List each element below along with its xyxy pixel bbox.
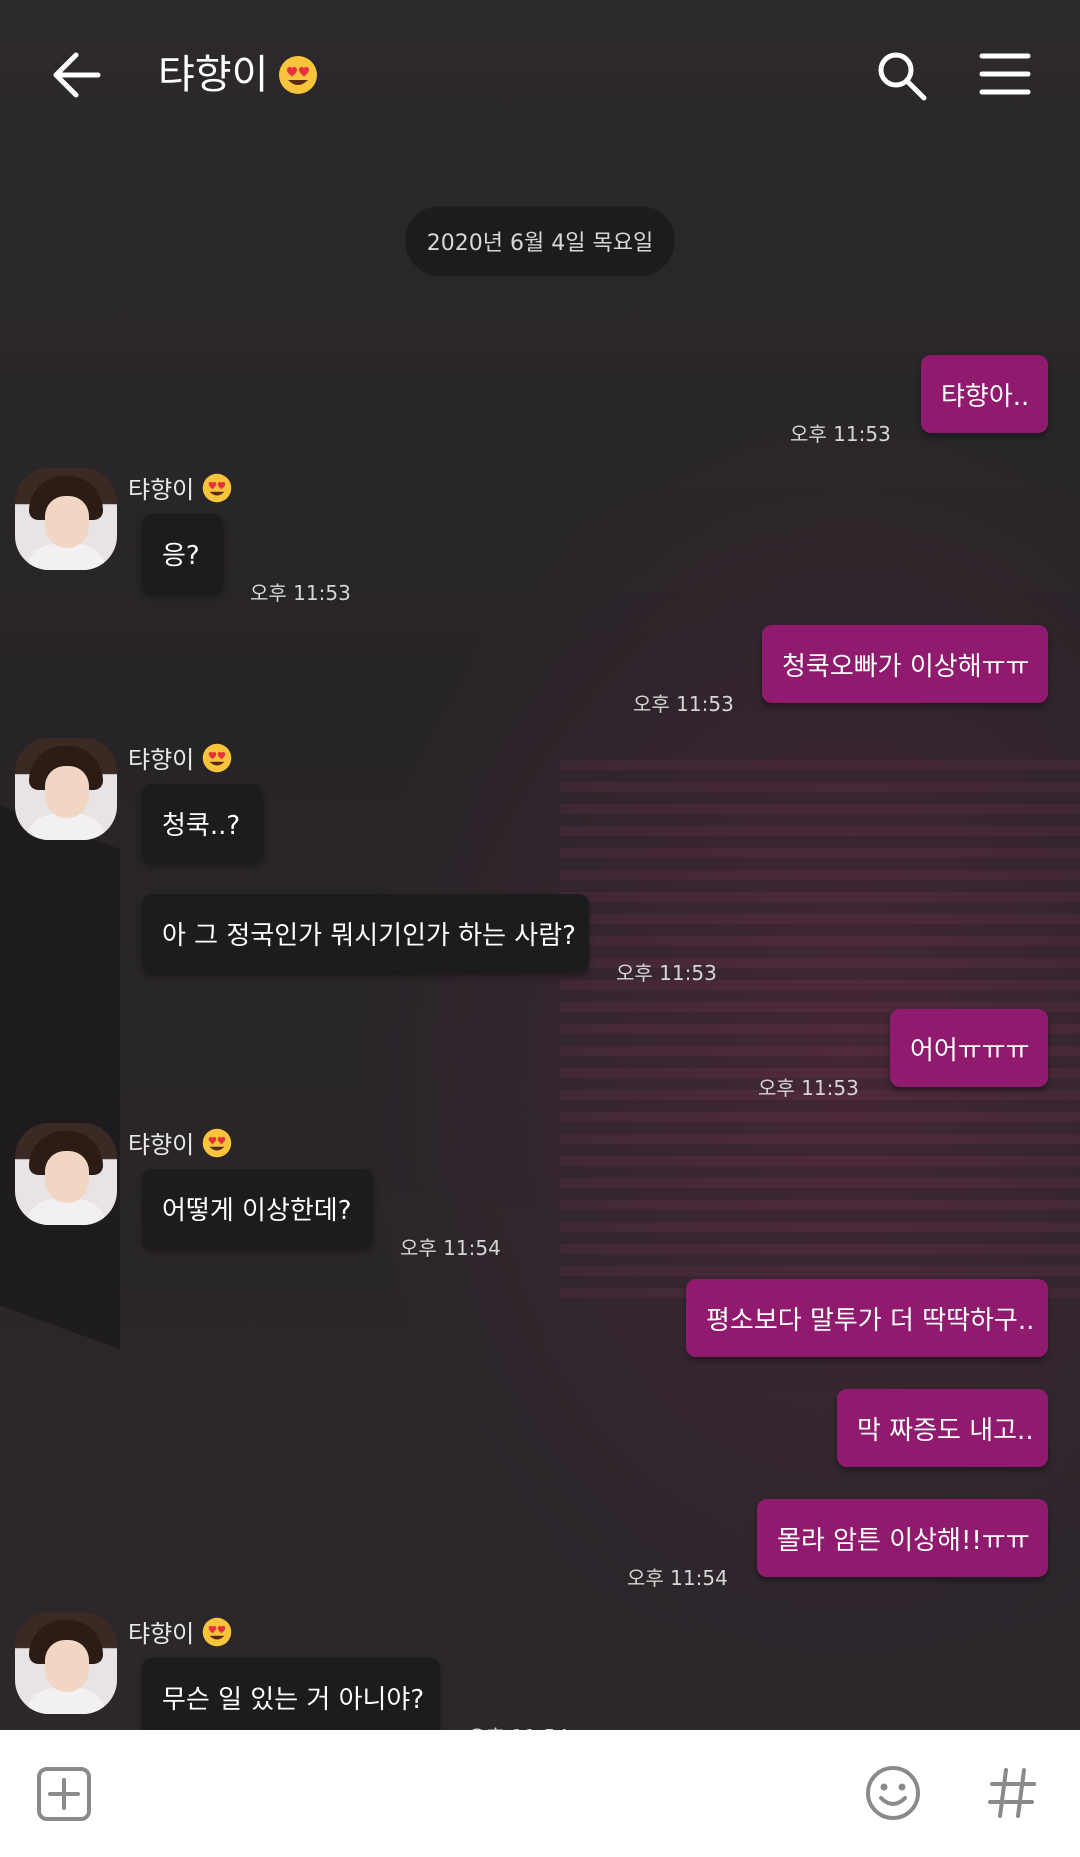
message-text: 막 짜증도 내고..	[857, 1415, 1034, 1446]
heart-eyes-emoji-icon	[203, 1128, 232, 1157]
hamburger-menu-icon[interactable]	[978, 48, 1032, 100]
message-time: 오후 11:53	[250, 581, 351, 605]
my-message-bubble[interactable]: 몰라 암튼 이상해!!ㅠㅠ	[757, 1499, 1048, 1577]
chat-title: 탸향이	[158, 48, 318, 102]
date-divider: 2020년 6월 4일 목요일	[405, 206, 675, 276]
avatar[interactable]	[15, 1123, 117, 1225]
avatar[interactable]	[15, 1612, 117, 1714]
my-message-bubble[interactable]: 탸향아..	[921, 355, 1048, 433]
plus-square-icon[interactable]	[36, 1766, 92, 1822]
message-time: 오후 11:54	[627, 1566, 728, 1590]
heart-eyes-emoji-icon	[203, 743, 232, 772]
message-input-bar	[0, 1730, 1080, 1857]
sender-name: 탸향이	[128, 1125, 232, 1160]
message-text: 청쿡오빠가 이상해ㅠㅠ	[782, 651, 1030, 682]
message-time: 오후 11:54	[400, 1236, 501, 1260]
message-text: 청쿡..?	[162, 810, 241, 841]
their-message-bubble[interactable]: 무슨 일 있는 거 아니야?	[142, 1658, 440, 1736]
chat-title-text: 탸향이	[158, 52, 269, 98]
message-text: 무슨 일 있는 거 아니야?	[162, 1684, 425, 1715]
hash-icon[interactable]	[984, 1764, 1042, 1822]
my-message-bubble[interactable]: 청쿡오빠가 이상해ㅠㅠ	[762, 625, 1048, 703]
search-icon[interactable]	[872, 46, 930, 104]
message-text: 어어ㅠㅠㅠ	[910, 1035, 1030, 1066]
my-message-bubble[interactable]: 평소보다 말투가 더 딱딱하구..	[686, 1279, 1048, 1357]
their-message-bubble[interactable]: 어떻게 이상한데?	[142, 1169, 373, 1247]
their-message-bubble[interactable]: 청쿡..?	[142, 784, 263, 862]
heart-eyes-emoji-icon	[279, 56, 318, 94]
avatar[interactable]	[15, 468, 117, 570]
message-text: 어떻게 이상한데?	[162, 1195, 352, 1226]
my-message-bubble[interactable]: 막 짜증도 내고..	[837, 1389, 1048, 1467]
message-text: 평소보다 말투가 더 딱딱하구..	[706, 1305, 1035, 1336]
message-text: 몰라 암튼 이상해!!ㅠㅠ	[777, 1525, 1030, 1556]
message-time: 오후 11:53	[790, 422, 891, 446]
message-time: 오후 11:53	[616, 961, 717, 985]
back-arrow-icon[interactable]	[48, 46, 106, 104]
top-bar: 탸향이	[0, 0, 1080, 150]
smiley-icon[interactable]	[864, 1764, 922, 1822]
message-text: 아 그 정국인가 뭐시기인가 하는 사람?	[162, 920, 576, 951]
sender-name: 탸향이	[128, 470, 232, 505]
message-text: 응?	[162, 540, 200, 571]
their-message-bubble[interactable]: 아 그 정국인가 뭐시기인가 하는 사람?	[142, 894, 589, 972]
heart-eyes-emoji-icon	[203, 1617, 232, 1646]
message-text: 탸향아..	[941, 381, 1030, 412]
sender-name: 탸향이	[128, 740, 232, 775]
heart-eyes-emoji-icon	[203, 473, 232, 502]
background-shadow	[0, 790, 120, 1350]
my-message-bubble[interactable]: 어어ㅠㅠㅠ	[890, 1009, 1048, 1087]
message-time: 오후 11:53	[758, 1076, 859, 1100]
avatar[interactable]	[15, 738, 117, 840]
message-time: 오후 11:53	[633, 692, 734, 716]
their-message-bubble[interactable]: 응?	[142, 514, 223, 592]
sender-name: 탸향이	[128, 1614, 232, 1649]
